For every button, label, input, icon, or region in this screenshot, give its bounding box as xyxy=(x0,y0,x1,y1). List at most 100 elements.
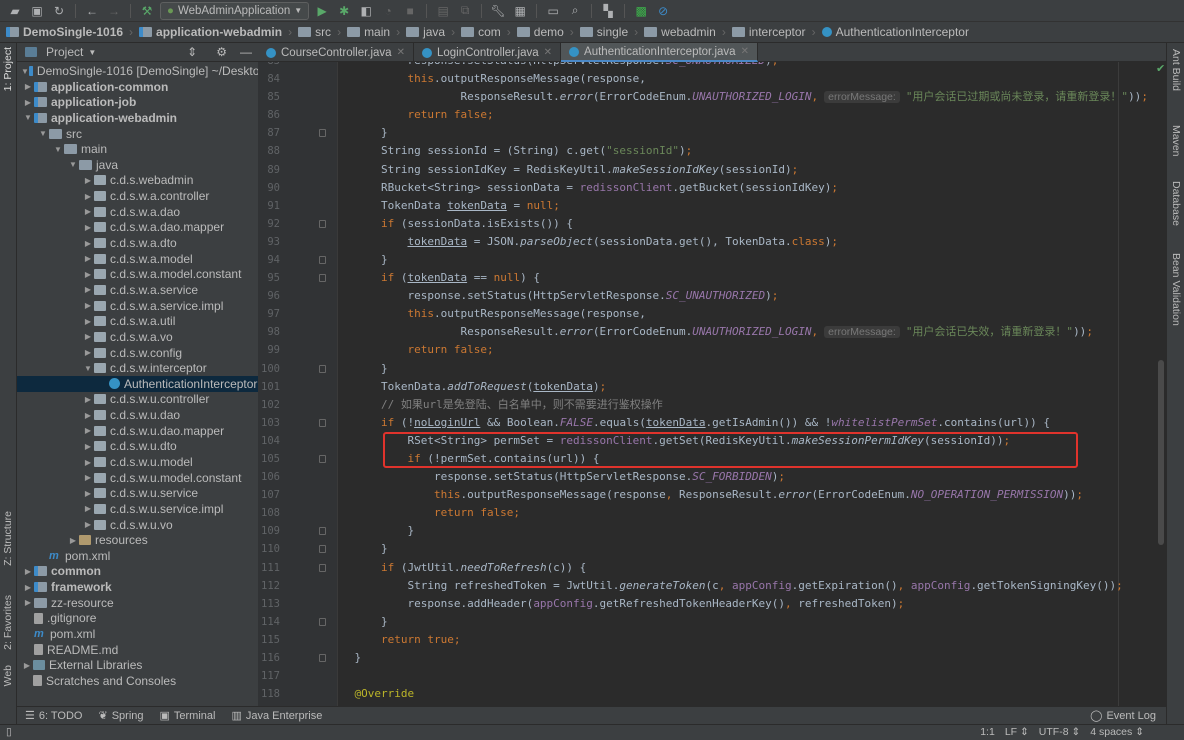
tree-item[interactable]: ▶ c.d.s.w.u.model.constant xyxy=(17,470,258,486)
fold-marker-icon[interactable] xyxy=(319,454,326,463)
tree-item[interactable]: ▶ c.d.s.w.u.controller xyxy=(17,391,258,407)
breadcrumb-item[interactable]: single xyxy=(579,25,628,39)
chevron-down-icon[interactable]: ▼ xyxy=(37,129,49,138)
web-tool-button[interactable]: Web xyxy=(2,665,14,686)
tree-item[interactable]: ▶ External Libraries xyxy=(17,657,258,673)
chevron-down-icon[interactable]: ▼ xyxy=(21,67,29,76)
fold-marker-icon[interactable] xyxy=(319,255,326,264)
tree-item[interactable]: Scratches and Consoles xyxy=(17,673,258,689)
fold-marker-icon[interactable] xyxy=(319,129,326,138)
tree-item[interactable]: ▶ c.d.s.w.a.model xyxy=(17,251,258,267)
tree-item[interactable]: ▶ c.d.s.w.a.util xyxy=(17,313,258,329)
fold-marker-icon[interactable] xyxy=(319,219,326,228)
chevron-right-icon[interactable]: ▶ xyxy=(82,239,94,248)
project-tool-button[interactable]: 1: Project xyxy=(2,47,14,91)
tree-item[interactable]: README.md xyxy=(17,642,258,658)
toggle-tool-windows-icon[interactable]: ▯ xyxy=(6,726,12,738)
breadcrumb-item[interactable]: com xyxy=(461,25,501,39)
sync-icon[interactable]: ↻ xyxy=(50,2,68,20)
no-icon[interactable]: ⊘ xyxy=(654,2,672,20)
update-icon[interactable]: ⧉ xyxy=(456,2,474,20)
chevron-right-icon[interactable]: ▶ xyxy=(22,82,34,91)
tree-item[interactable]: ▶ resources xyxy=(17,532,258,548)
fold-marker-icon[interactable] xyxy=(319,617,326,626)
chevron-right-icon[interactable]: ▶ xyxy=(82,176,94,185)
tree-item[interactable]: ▼ java xyxy=(17,157,258,173)
chevron-right-icon[interactable]: ▶ xyxy=(82,301,94,310)
close-icon[interactable]: ✕ xyxy=(397,47,405,58)
tree-item[interactable]: ▶ application-common xyxy=(17,79,258,95)
tab-logincontroller[interactable]: LoginController.java ✕ xyxy=(414,43,562,62)
hide-panel-icon[interactable]: — xyxy=(240,45,252,59)
chevron-right-icon[interactable]: ▶ xyxy=(82,254,94,263)
chevron-right-icon[interactable]: ▶ xyxy=(82,426,94,435)
tree-item[interactable]: ▶ common xyxy=(17,563,258,579)
chevron-right-icon[interactable]: ▶ xyxy=(82,411,94,420)
breadcrumb-item[interactable]: java xyxy=(406,25,445,39)
collapse-all-icon[interactable]: ⇕ xyxy=(187,45,197,59)
chevron-right-icon[interactable]: ▶ xyxy=(82,285,94,294)
tree-item[interactable]: ▶ c.d.s.w.a.service xyxy=(17,282,258,298)
indent-setting[interactable]: 4 spaces ⇕ xyxy=(1090,726,1144,738)
tree-item[interactable]: ▶ framework xyxy=(17,579,258,595)
stop-icon[interactable]: ■ xyxy=(401,2,419,20)
tool-window-java-enterprise[interactable]: ▥ Java Enterprise xyxy=(231,709,322,723)
chevron-down-icon[interactable]: ▼ xyxy=(82,364,94,373)
close-icon[interactable]: ✕ xyxy=(544,47,552,58)
settings-wrench-icon[interactable]: 🔧︎ xyxy=(489,2,507,20)
save-icon[interactable]: ▣ xyxy=(28,2,46,20)
fold-marker-icon[interactable] xyxy=(319,653,326,662)
tree-item[interactable]: ▶ c.d.s.w.u.dto xyxy=(17,438,258,454)
chevron-down-icon[interactable]: ▼ xyxy=(88,48,96,57)
caret-position[interactable]: 1:1 xyxy=(980,726,995,738)
fold-marker-icon[interactable] xyxy=(319,527,326,536)
tree-item[interactable]: ▶ c.d.s.w.u.dao.mapper xyxy=(17,423,258,439)
tool-window-spring[interactable]: ❦ Spring xyxy=(98,709,143,723)
tree-item[interactable]: ▶ c.d.s.w.a.service.impl xyxy=(17,298,258,314)
chevron-down-icon[interactable]: ▼ xyxy=(67,160,79,169)
ant-build-tool-button[interactable]: Ant Build xyxy=(1170,49,1182,91)
tree-item[interactable]: ▶ c.d.s.w.a.vo xyxy=(17,329,258,345)
fold-marker-icon[interactable] xyxy=(319,418,326,427)
breadcrumb-item[interactable]: src xyxy=(298,25,331,39)
tree-item[interactable]: ▼ main xyxy=(17,141,258,157)
chevron-right-icon[interactable]: ▶ xyxy=(82,395,94,404)
tree-item[interactable]: ▼ c.d.s.w.interceptor xyxy=(17,360,258,376)
structure-tool-button[interactable]: Z: Structure xyxy=(2,511,14,566)
chevron-right-icon[interactable]: ▶ xyxy=(22,98,34,107)
tree-item[interactable]: ▶ c.d.s.w.u.model xyxy=(17,454,258,470)
chevron-right-icon[interactable]: ▶ xyxy=(82,442,94,451)
run-configuration-select[interactable]: ● WebAdminApplication ▼ xyxy=(160,1,310,20)
tree-item[interactable]: ▶ c.d.s.w.a.dao xyxy=(17,204,258,220)
bean-validation-tool-button[interactable]: Bean Validation xyxy=(1170,253,1182,326)
chevron-right-icon[interactable]: ▶ xyxy=(82,332,94,341)
chevron-right-icon[interactable]: ▶ xyxy=(82,270,94,279)
tree-item[interactable]: ▶ c.d.s.w.a.dao.mapper xyxy=(17,219,258,235)
breadcrumb-item[interactable]: demo xyxy=(516,25,564,39)
terminal-icon[interactable]: ▭ xyxy=(544,2,562,20)
tree-item[interactable]: ▼ DemoSingle-1016 [DemoSingle] ~/Desktop xyxy=(17,63,258,79)
chevron-down-icon[interactable]: ▼ xyxy=(52,145,64,154)
breadcrumb-item[interactable]: main xyxy=(347,25,390,39)
fold-marker-icon[interactable] xyxy=(319,364,326,373)
favorites-tool-button[interactable]: 2: Favorites xyxy=(2,595,14,650)
tree-item[interactable]: ▶ c.d.s.w.a.controller xyxy=(17,188,258,204)
build-hammer-icon[interactable]: ⚒ xyxy=(138,2,156,20)
project-structure-icon[interactable]: ▦ xyxy=(511,2,529,20)
breadcrumb-item[interactable]: application-webadmin xyxy=(139,25,282,39)
file-encoding[interactable]: UTF-8 ⇕ xyxy=(1039,726,1080,738)
close-icon[interactable]: ✕ xyxy=(741,46,749,57)
tree-item[interactable]: AuthenticationInterceptor xyxy=(17,375,258,392)
back-icon[interactable]: ← xyxy=(83,2,101,20)
forward-icon[interactable]: → xyxy=(105,2,123,20)
tab-authenticationinterceptor[interactable]: AuthenticationInterceptor.java ✕ xyxy=(561,43,758,62)
tool-window--todo[interactable]: ☰ 6: TODO xyxy=(25,709,82,723)
chevron-right-icon[interactable]: ▶ xyxy=(82,223,94,232)
chevron-right-icon[interactable]: ▶ xyxy=(67,536,79,545)
tree-item[interactable]: .gitignore xyxy=(17,610,258,626)
tree-item[interactable]: ▶ c.d.s.w.u.vo xyxy=(17,517,258,533)
tree-item[interactable]: ▶ application-job xyxy=(17,94,258,110)
search-icon[interactable]: ⌕ xyxy=(566,2,584,20)
chevron-right-icon[interactable]: ▶ xyxy=(82,207,94,216)
tree-item[interactable]: ▶ c.d.s.w.u.dao xyxy=(17,407,258,423)
